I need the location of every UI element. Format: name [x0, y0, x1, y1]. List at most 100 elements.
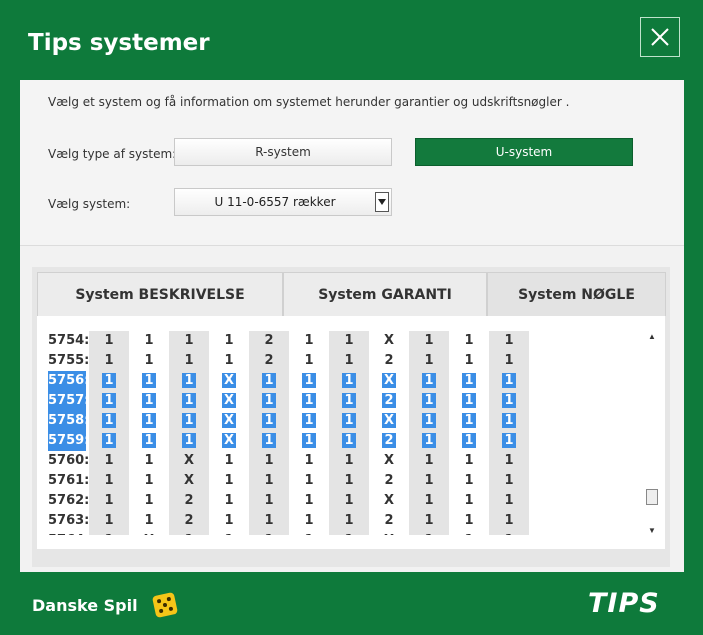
- key-cell: 1: [129, 371, 169, 391]
- key-cell: X: [169, 451, 209, 471]
- key-cell: 1: [89, 471, 129, 491]
- key-value: 1: [422, 373, 436, 388]
- key-cell: 1: [89, 411, 129, 431]
- key-cell: 1: [209, 331, 249, 351]
- row-number: 5760:: [48, 453, 90, 468]
- row-number: 5759:: [48, 431, 89, 451]
- key-cell: 1: [129, 351, 169, 371]
- table-row[interactable]: 5756: 1 1 1 X 1 1 1 X 1 1 1: [48, 371, 539, 391]
- key-value: 2: [384, 473, 394, 488]
- key-value: 1: [264, 513, 274, 528]
- close-button[interactable]: [640, 17, 680, 57]
- table-row[interactable]: 5754: 1 1 1 1 2 1 1 X 1 1 1: [48, 331, 539, 351]
- system-select-value: U 11-0-6557 rækker: [214, 195, 336, 209]
- key-value: 1: [344, 513, 354, 528]
- key-cell: 1: [329, 451, 369, 471]
- key-value: 1: [422, 413, 436, 428]
- key-value: 1: [144, 493, 154, 508]
- key-value: X: [383, 333, 395, 348]
- key-cell: X: [169, 471, 209, 491]
- key-value: 1: [424, 353, 434, 368]
- key-cell: 1: [449, 351, 489, 371]
- key-cell: 1: [89, 531, 129, 535]
- key-cell: 1: [89, 451, 129, 471]
- key-cell: 1: [209, 511, 249, 531]
- table-row[interactable]: 5755: 1 1 1 1 2 1 1 2 1 1 1: [48, 351, 539, 371]
- key-cell: 1: [489, 531, 529, 535]
- table-row[interactable]: 5763: 1 1 2 1 1 1 1 2 1 1 1: [48, 511, 539, 531]
- key-value: 1: [502, 433, 516, 448]
- key-value: 1: [144, 333, 154, 348]
- key-cell: 2: [369, 391, 409, 411]
- key-cell: 1: [89, 351, 129, 371]
- key-cell: 1: [129, 471, 169, 491]
- key-value: 1: [464, 353, 474, 368]
- key-cell: 2: [249, 331, 289, 351]
- table-row[interactable]: 5757: 1 1 1 X 1 1 1 2 1 1 1: [48, 391, 539, 411]
- key-value: 1: [424, 333, 434, 348]
- key-cell: X: [209, 431, 249, 451]
- key-cell: 1: [169, 331, 209, 351]
- key-cell: 1: [409, 391, 449, 411]
- key-value: 1: [182, 433, 196, 448]
- intro-text: Vælg et system og få information om syst…: [48, 95, 570, 109]
- key-cell: 2: [369, 431, 409, 451]
- table-row[interactable]: 5761: 1 1 X 1 1 1 1 2 1 1 1: [48, 471, 539, 491]
- table-row[interactable]: 5760: 1 1 X 1 1 1 1 X 1 1 1: [48, 451, 539, 471]
- tab-system-noegle[interactable]: System NØGLE: [487, 272, 666, 316]
- u-system-button[interactable]: U-system: [415, 138, 633, 166]
- key-value: X: [381, 413, 397, 428]
- key-value: 1: [342, 373, 356, 388]
- r-system-button[interactable]: R-system: [174, 138, 392, 166]
- key-value: 1: [342, 413, 356, 428]
- content-panel: Vælg et system og få information om syst…: [20, 80, 684, 572]
- key-cell: 1: [249, 371, 289, 391]
- key-value: 2: [384, 513, 394, 528]
- key-value: 1: [104, 473, 114, 488]
- scrollbar[interactable]: ▲ ▼: [644, 331, 660, 539]
- table-row[interactable]: 5759: 1 1 1 X 1 1 1 2 1 1 1: [48, 431, 539, 451]
- key-value: 2: [184, 493, 194, 508]
- system-key-table[interactable]: 5754: 1 1 1 1 2 1 1 X 1 1 1 5755: 1 1 1 1 2 1 1 2 1 1 1 5756: 1 1 1…: [48, 331, 539, 535]
- scroll-thumb[interactable]: [646, 489, 658, 505]
- system-key-panel: 5754: 1 1 1 1 2 1 1 X 1 1 1 5755: 1 1 1 1 2 1 1 2 1 1 1 5756: 1 1 1…: [37, 316, 665, 549]
- danske-spil-logo: Danske Spil: [32, 596, 138, 615]
- key-cell: 1: [329, 471, 369, 491]
- key-value: 1: [504, 333, 514, 348]
- key-cell: 1: [449, 411, 489, 431]
- key-cell: 1: [409, 471, 449, 491]
- key-cell: 1: [249, 531, 289, 535]
- key-value: X: [383, 493, 395, 508]
- key-value: 1: [264, 493, 274, 508]
- key-cell: 1: [129, 391, 169, 411]
- key-value: 1: [302, 393, 316, 408]
- scroll-up-icon[interactable]: ▲: [644, 331, 660, 343]
- key-cell: X: [369, 371, 409, 391]
- key-value: 1: [464, 333, 474, 348]
- key-value: 1: [104, 333, 114, 348]
- key-cell: 1: [289, 451, 329, 471]
- key-value: 1: [502, 413, 516, 428]
- key-value: 1: [304, 533, 313, 535]
- key-value: 1: [224, 453, 234, 468]
- system-type-label: Vælg type af system:: [48, 147, 177, 161]
- key-value: 1: [502, 393, 516, 408]
- key-value: 1: [424, 533, 433, 535]
- table-row[interactable]: 5758: 1 1 1 X 1 1 1 X 1 1 1: [48, 411, 539, 431]
- key-cell: 2: [249, 351, 289, 371]
- dropdown-arrow-icon[interactable]: [375, 192, 389, 212]
- key-cell: 1: [489, 471, 529, 491]
- key-value: 1: [464, 533, 473, 535]
- tab-system-garanti[interactable]: System GARANTI: [283, 272, 487, 316]
- tab-system-beskrivelse[interactable]: System BESKRIVELSE: [37, 272, 283, 316]
- table-row[interactable]: 5762: 1 1 2 1 1 1 1 X 1 1 1: [48, 491, 539, 511]
- key-cell: 1: [489, 371, 529, 391]
- table-row[interactable]: 5764: 1 X 1 1 1 1 1 X 1 1 1: [48, 531, 539, 535]
- key-value: 1: [464, 513, 474, 528]
- key-cell: 2: [169, 511, 209, 531]
- key-value: 1: [502, 373, 516, 388]
- system-select[interactable]: U 11-0-6557 rækker: [174, 188, 392, 216]
- scroll-down-icon[interactable]: ▼: [644, 525, 660, 537]
- key-cell: 1: [489, 511, 529, 531]
- key-cell: 1: [289, 491, 329, 511]
